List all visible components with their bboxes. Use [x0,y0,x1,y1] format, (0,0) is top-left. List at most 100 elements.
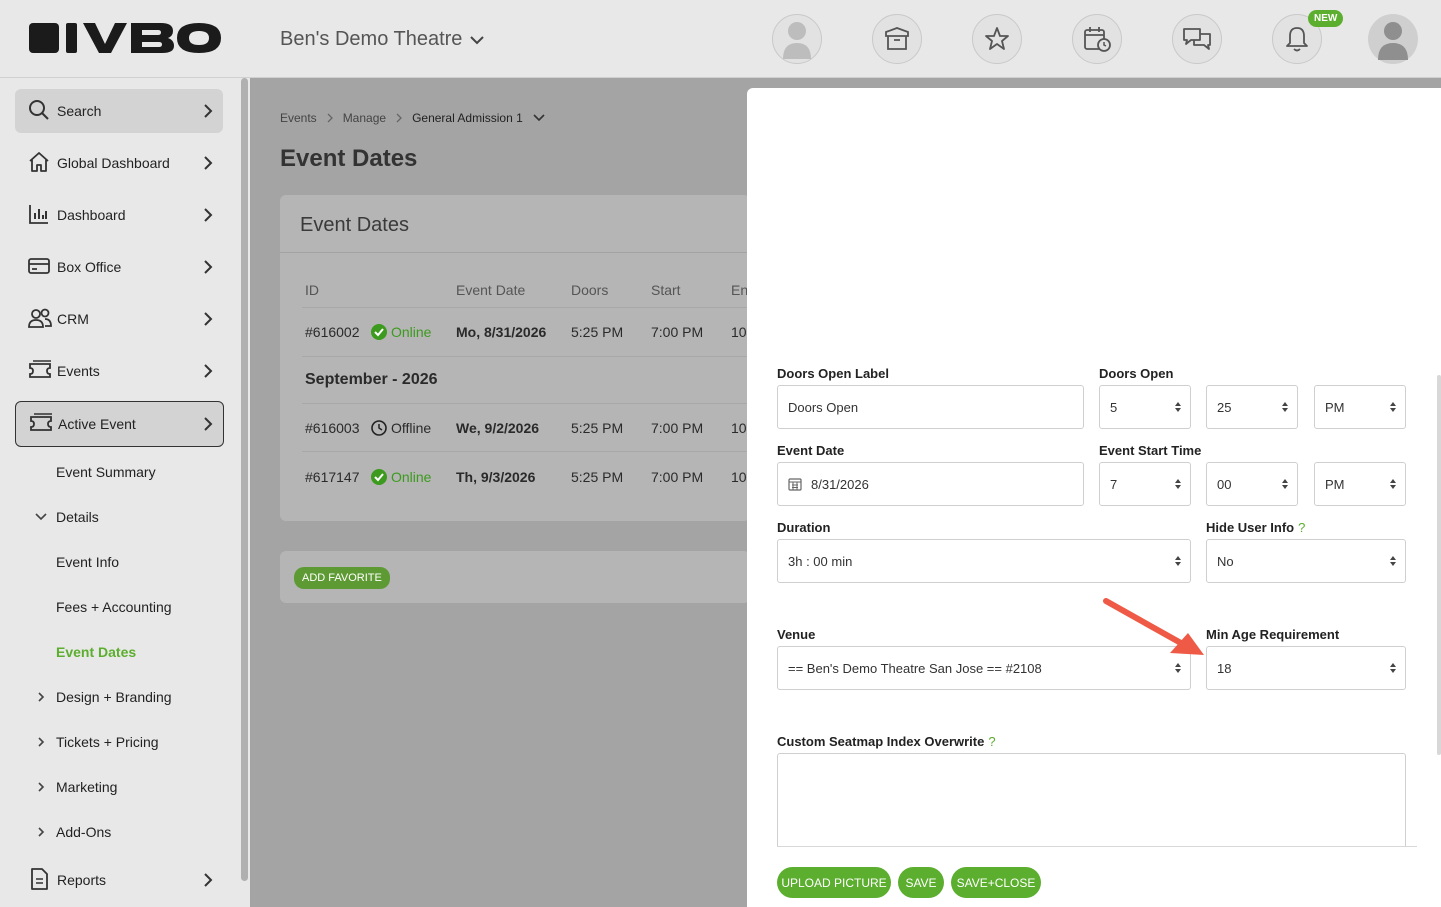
column-header[interactable]: Start [651,282,681,298]
ticket-icon [29,360,51,378]
upload-picture-button[interactable]: UPLOAD PICTURE [777,867,891,898]
chevron-right-icon [204,208,213,222]
ivbo-logo[interactable] [27,20,223,56]
event-date-input[interactable]: 8/31/2026 [777,462,1084,506]
divider [302,356,750,357]
sidebar-item-box-office[interactable]: Box Office [15,245,223,289]
sidebar-sub-label: Details [56,509,99,525]
top-bar: Ben's Demo Theatre NEW [0,0,1441,78]
column-header[interactable]: Doors [571,282,608,298]
field-label: Doors Open Label [777,366,889,381]
chevron-right-icon [204,156,213,170]
doors-open-minute-select[interactable]: 25 [1206,385,1298,429]
sidebar-item-active-event[interactable]: Active Event [15,401,224,447]
row-id[interactable]: #617147 [305,469,360,485]
row-id[interactable]: #616002 [305,324,360,340]
sidebar-item-global-dashboard[interactable]: Global Dashboard [15,141,223,185]
sidebar-sub-event-info[interactable]: Event Info [56,554,119,570]
event-dates-card: Event Dates ID Event Date Doors Start En… [280,195,750,521]
row-doors: 5:25 PM [571,420,624,436]
box-button[interactable] [872,14,922,64]
sidebar-sub-marketing[interactable]: Marketing [33,779,117,795]
select-value: No [1217,553,1234,569]
sidebar-item-events[interactable]: Events [15,349,223,393]
sidebar-item-crm[interactable]: CRM [15,297,223,341]
add-favorite-button[interactable]: ADD FAVORITE [294,567,390,589]
home-icon [29,152,49,172]
sidebar-sub-tickets-pricing[interactable]: Tickets + Pricing [33,734,159,750]
profile-avatar[interactable] [1368,14,1418,64]
sidebar-scrollbar[interactable] [241,78,248,881]
sidebar-sub-add-ons[interactable]: Add-Ons [33,824,111,840]
row-doors: 5:25 PM [571,324,624,340]
field-label: Min Age Requirement [1206,627,1340,642]
clock-icon [371,420,387,436]
sidebar-item-label: Global Dashboard [57,155,170,171]
panel-scrollbar[interactable] [1437,375,1441,755]
column-header[interactable]: En [731,282,748,298]
sidebar-item-label: Events [57,363,100,379]
doors-open-ampm-select[interactable]: PM [1314,385,1406,429]
column-header[interactable]: Event Date [456,282,525,298]
sort-arrows-icon [1390,663,1396,673]
sidebar-item-reports[interactable]: Reports [15,858,223,902]
row-id[interactable]: #616003 [305,420,360,436]
chevron-right-icon [38,737,45,747]
duration-select[interactable]: 3h : 00 min [777,539,1191,583]
calendar-button[interactable] [1072,14,1122,64]
select-value: 7 [1110,476,1118,492]
save-close-button[interactable]: SAVE+CLOSE [951,867,1041,898]
ticket-icon [30,413,52,431]
hide-user-info-select[interactable]: No [1206,539,1406,583]
start-hour-select[interactable]: 7 [1099,462,1191,506]
sidebar-item-dashboard[interactable]: Dashboard [15,193,223,237]
sidebar-item-search[interactable]: Search [15,89,223,133]
chat-button[interactable] [1172,14,1222,64]
column-header[interactable]: ID [305,282,319,298]
breadcrumb-events[interactable]: Events [280,111,317,125]
sort-arrows-icon [1175,402,1181,412]
breadcrumb-current[interactable]: General Admission 1 [412,111,523,125]
chevron-right-icon [204,312,213,326]
select-value: 00 [1217,476,1232,492]
field-label: Duration [777,520,831,535]
select-value: 25 [1217,399,1232,415]
status-text: Online [391,469,432,485]
row-doors: 5:25 PM [571,469,624,485]
sort-arrows-icon [1175,556,1181,566]
doors-open-hour-select[interactable]: 5 [1099,385,1191,429]
start-ampm-select[interactable]: PM [1314,462,1406,506]
sort-arrows-icon [1282,402,1288,412]
help-icon[interactable]: ? [988,734,995,749]
label-text: Hide User Info [1206,520,1295,535]
sidebar-item-label: Search [57,103,102,119]
select-value: 18 [1217,660,1232,676]
user-avatar-button[interactable] [772,14,822,64]
help-icon[interactable]: ? [1298,520,1305,535]
chevron-down-icon[interactable] [532,113,546,123]
chevron-right-icon [204,873,213,887]
chevron-right-icon [38,827,45,837]
start-minute-select[interactable]: 00 [1206,462,1298,506]
users-icon [28,308,52,328]
sidebar-sub-fees-accounting[interactable]: Fees + Accounting [56,599,172,615]
doors-open-label-input[interactable]: Doors Open [777,385,1084,429]
row-date: Th, 9/3/2026 [456,469,536,485]
sidebar-sub-event-dates[interactable]: Event Dates [56,644,136,660]
breadcrumb-manage[interactable]: Manage [343,111,386,125]
venue-selector[interactable]: Ben's Demo Theatre [280,28,485,51]
favorites-button[interactable] [972,14,1022,64]
field-label: Doors Open [1099,366,1174,381]
status-offline: Offline [371,420,431,436]
card-title: Event Dates [300,214,409,236]
sidebar-sub-details[interactable]: Details [33,509,99,525]
save-button[interactable]: SAVE [898,867,944,898]
sidebar-sub-event-summary[interactable]: Event Summary [56,464,156,480]
sidebar-item-label: Box Office [57,259,122,275]
seatmap-index-textarea[interactable] [777,753,1406,847]
row-start: 7:00 PM [651,420,704,436]
sidebar-sub-design-branding[interactable]: Design + Branding [33,689,172,705]
date-value: 8/31/2026 [811,476,869,492]
min-age-select[interactable]: 18 [1206,646,1406,690]
select-value: PM [1325,476,1345,492]
